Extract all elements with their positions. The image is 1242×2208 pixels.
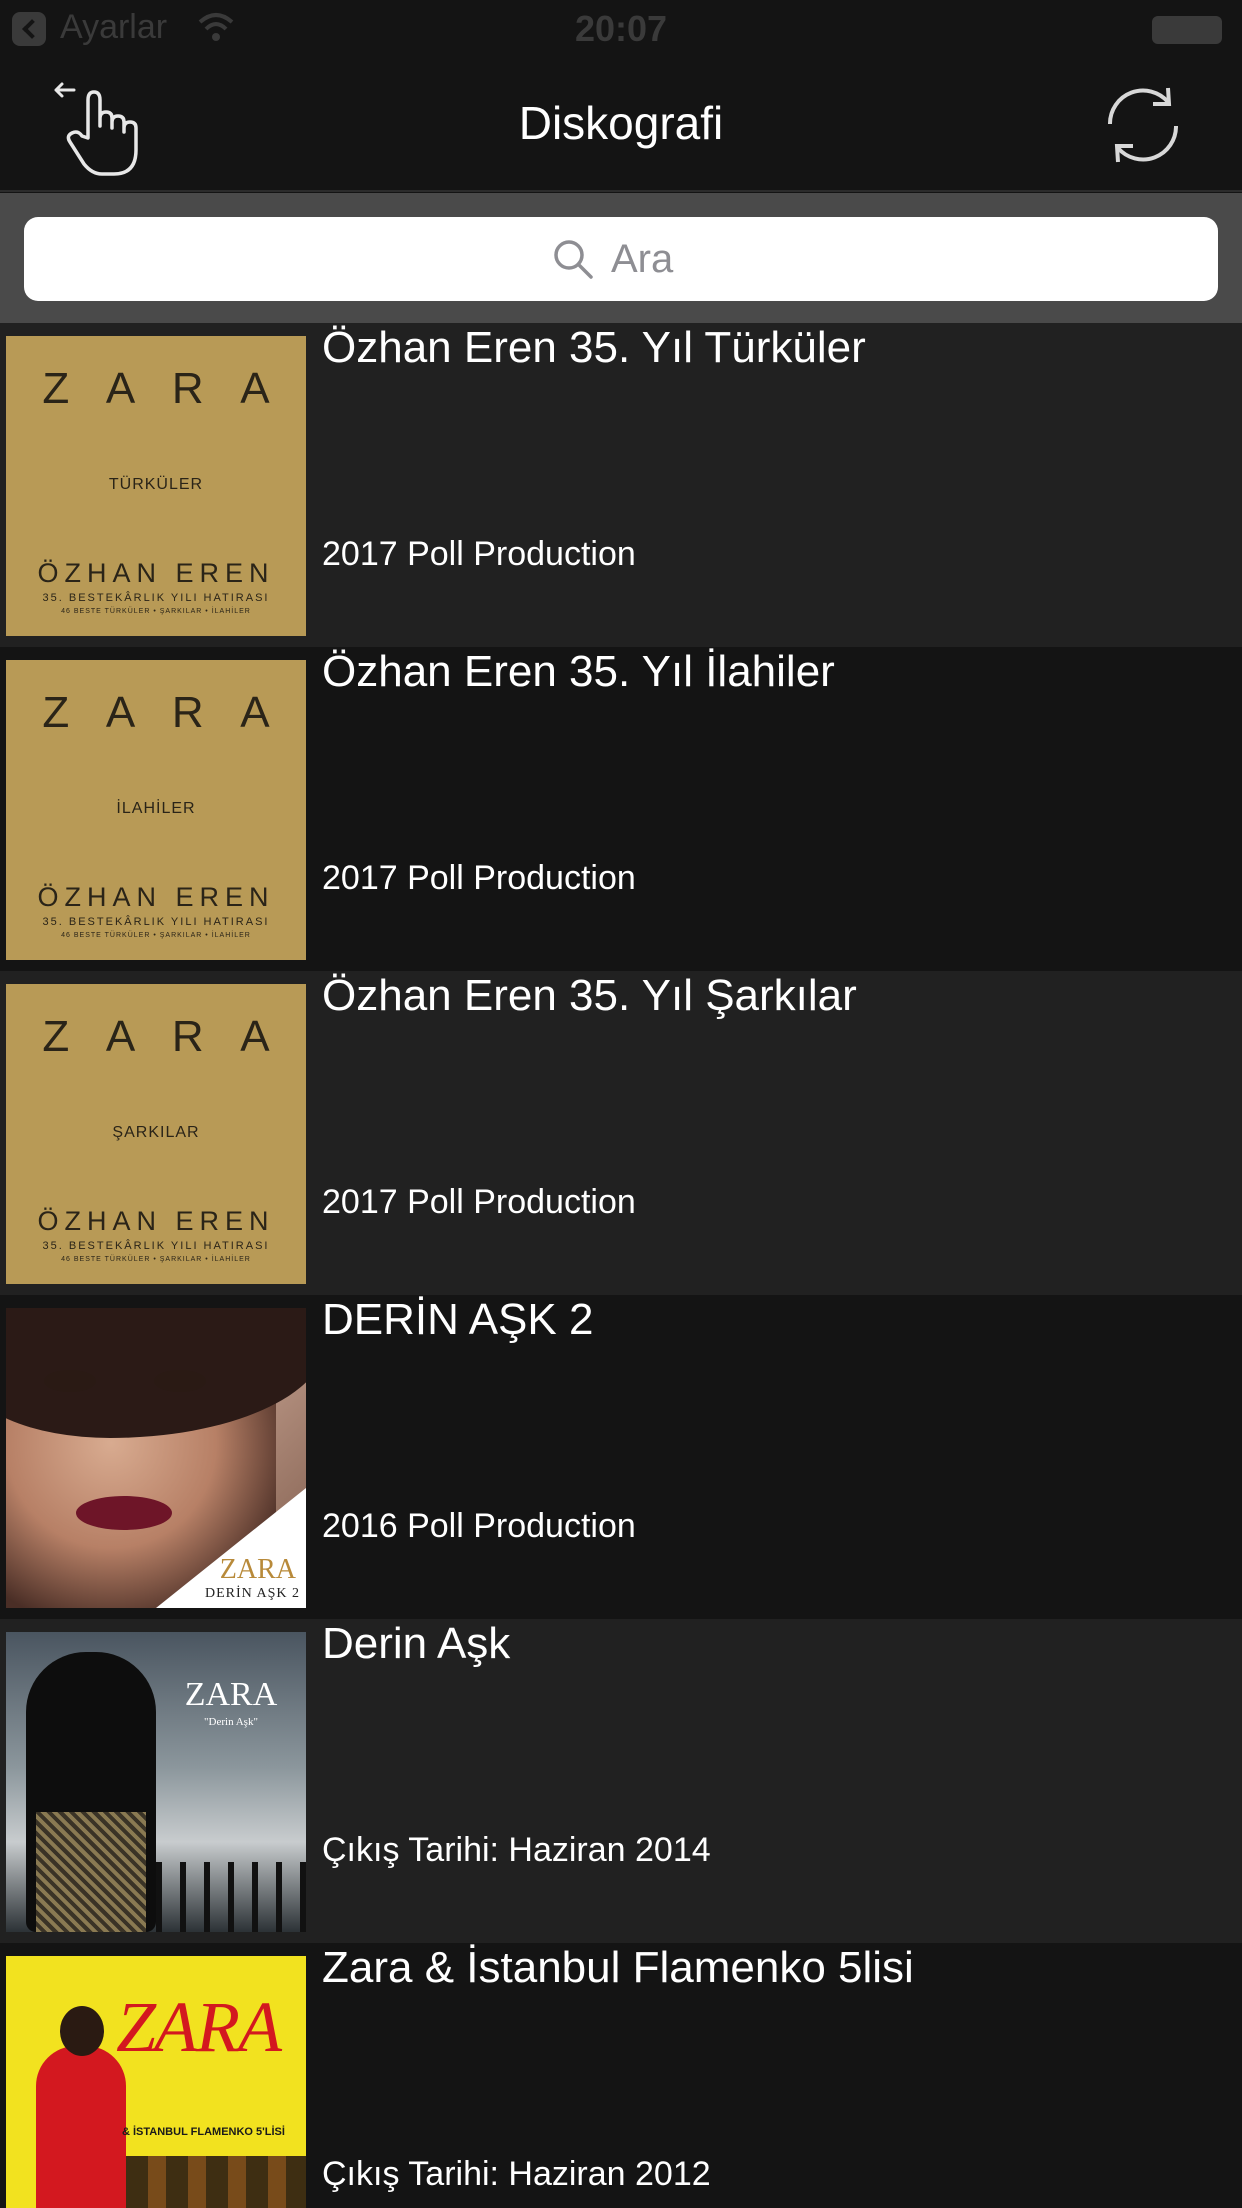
cover-category: ŞARKILAR (112, 1124, 200, 1141)
list-item[interactable]: ZARA ŞARKILAR ÖZHAN EREN 35. BESTEKÂRLIK… (0, 971, 1242, 1295)
battery-icon (1152, 16, 1222, 44)
cover-album: & İSTANBUL FLAMENKO 5'LİSİ (122, 2126, 285, 2138)
album-subtitle: 2017 Poll Production (322, 859, 636, 897)
album-cover: ZARA & İSTANBUL FLAMENKO 5'LİSİ (6, 1956, 306, 2208)
album-title: Özhan Eren 35. Yıl İlahiler (322, 647, 835, 696)
cover-artist: ZARA (184, 1676, 278, 1713)
cover-photo (44, 1370, 96, 1392)
cover-photo (126, 2156, 306, 2208)
cover-line: 35. BESTEKÂRLIK YILI HATIRASI (42, 916, 270, 928)
list-item[interactable]: ZARA TÜRKÜLER ÖZHAN EREN 35. BESTEKÂRLIK… (0, 323, 1242, 647)
status-bar: Ayarlar 20:07 (0, 0, 1242, 60)
refresh-icon[interactable] (1098, 80, 1188, 170)
cover-name: ÖZHAN EREN (37, 1206, 275, 1236)
cover-name: ÖZHAN EREN (37, 558, 275, 588)
cover-photo (36, 2046, 126, 2208)
navigation-bar: Diskografi (0, 60, 1242, 192)
cover-photo (76, 1496, 172, 1530)
album-subtitle: 2017 Poll Production (322, 1183, 636, 1221)
album-subtitle: Çıkış Tarihi: Haziran 2012 (322, 2155, 711, 2193)
album-cover: ZARA İLAHİLER ÖZHAN EREN 35. BESTEKÂRLIK… (6, 660, 306, 960)
cover-album: "Derin Aşk" (204, 1716, 258, 1728)
album-subtitle: 2017 Poll Production (322, 535, 636, 573)
cover-artist: ZARA (116, 1987, 282, 2067)
cover-line: 35. BESTEKÂRLIK YILI HATIRASI (42, 1240, 270, 1252)
album-cover: ZARA TÜRKÜLER ÖZHAN EREN 35. BESTEKÂRLIK… (6, 336, 306, 636)
album-subtitle: 2016 Poll Production (322, 1507, 636, 1545)
album-cover: ZARA "Derin Aşk" (6, 1632, 306, 1932)
album-title: Özhan Eren 35. Yıl Türküler (322, 323, 866, 372)
cover-artist: ZARA (219, 1554, 296, 1585)
cover-photo (154, 1370, 206, 1392)
cover-artist: ZARA (42, 688, 270, 737)
album-title: DERİN AŞK 2 (322, 1295, 594, 1344)
status-time: 20:07 (574, 8, 668, 49)
cover-line: 35. BESTEKÂRLIK YILI HATIRASI (42, 592, 270, 604)
album-title: Zara & İstanbul Flamenko 5lisi (322, 1943, 914, 1992)
cover-line: 46 BESTE TÜRKÜLER • ŞARKILAR • İLAHİLER (61, 608, 251, 615)
list-item[interactable]: ZARA & İSTANBUL FLAMENKO 5'LİSİ Zara & İ… (0, 1943, 1242, 2208)
search-bar (0, 193, 1242, 323)
search-input[interactable] (611, 236, 691, 282)
list-item[interactable]: ZARA İLAHİLER ÖZHAN EREN 35. BESTEKÂRLIK… (0, 647, 1242, 971)
cover-line: 46 BESTE TÜRKÜLER • ŞARKILAR • İLAHİLER (61, 1256, 251, 1263)
album-title: Derin Aşk (322, 1619, 511, 1668)
cover-line: 46 BESTE TÜRKÜLER • ŞARKILAR • İLAHİLER (61, 932, 251, 939)
cover-album: DERİN AŞK 2 (204, 1586, 300, 1601)
cover-photo (156, 1862, 306, 1932)
list-item[interactable]: ZARA "Derin Aşk" Derin Aşk Çıkış Tarihi:… (0, 1619, 1242, 1943)
cover-artist: ZARA (42, 1012, 270, 1061)
list-item[interactable]: ZARA DERİN AŞK 2 DERİN AŞK 2 2016 Poll P… (0, 1295, 1242, 1619)
album-cover: ZARA DERİN AŞK 2 (6, 1308, 306, 1608)
cover-name: ÖZHAN EREN (37, 882, 275, 912)
search-icon (554, 240, 593, 279)
album-subtitle: Çıkış Tarihi: Haziran 2014 (322, 1831, 711, 1869)
album-list: ZARA TÜRKÜLER ÖZHAN EREN 35. BESTEKÂRLIK… (0, 323, 1242, 2208)
album-cover: ZARA ŞARKILAR ÖZHAN EREN 35. BESTEKÂRLIK… (6, 984, 306, 1284)
cover-artist: ZARA (42, 364, 270, 413)
cover-category: İLAHİLER (116, 800, 196, 817)
search-field[interactable] (24, 217, 1218, 301)
cover-photo (36, 1812, 146, 1932)
page-title: Diskografi (518, 97, 724, 149)
album-title: Özhan Eren 35. Yıl Şarkılar (322, 971, 857, 1020)
cover-photo (60, 2006, 104, 2056)
cover-category: TÜRKÜLER (108, 476, 204, 493)
